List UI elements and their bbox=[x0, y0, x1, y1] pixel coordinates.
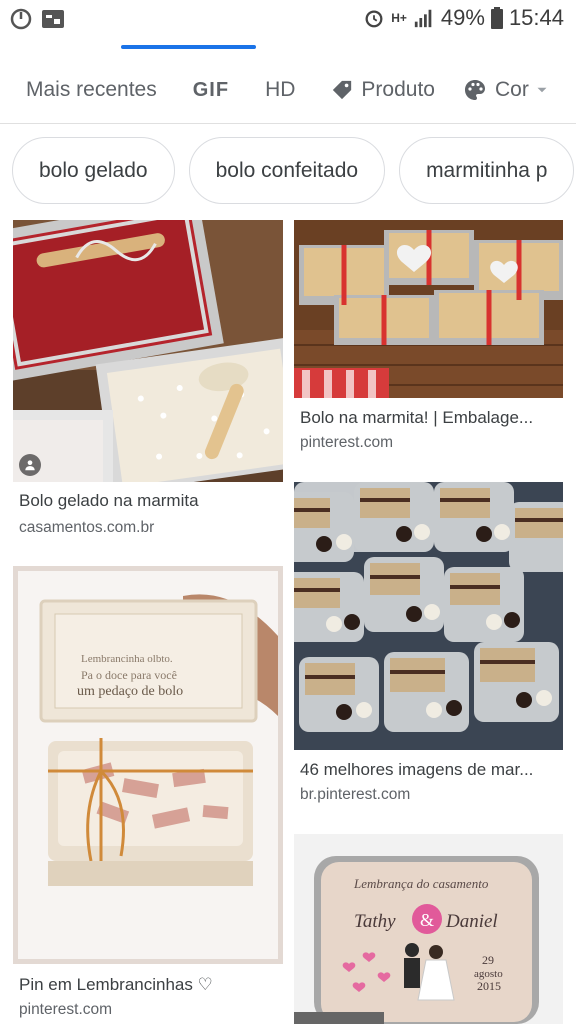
result-image[interactable]: Lembrancinha olbto. Pa o doce para você … bbox=[13, 566, 283, 964]
related-searches: bolo gelado bolo confeitado marmitinha p bbox=[12, 137, 575, 204]
result-image[interactable] bbox=[13, 220, 283, 482]
lid-text: Pa o doce para você bbox=[81, 668, 177, 682]
chip-marmitinha[interactable]: marmitinha p bbox=[399, 137, 575, 204]
battery-icon bbox=[490, 7, 503, 29]
filter-tabs: Mais recentes GIF HD Produto Cor bbox=[0, 40, 576, 124]
status-bar: H+ 49% 15:44 bbox=[0, 0, 576, 40]
clock: 15:44 bbox=[508, 5, 564, 30]
result-card[interactable]: Lembrancinha olbto. Pa o doce para você … bbox=[13, 566, 283, 1024]
result-title[interactable]: Bolo gelado na marmita bbox=[19, 491, 199, 511]
result-domain: pinterest.com bbox=[300, 434, 394, 451]
tab-mais-recentes[interactable]: Mais recentes bbox=[26, 64, 157, 116]
result-image[interactable] bbox=[294, 220, 563, 398]
result-domain: br.pinterest.com bbox=[300, 786, 411, 803]
result-image[interactable]: Lembrança do casamento Tathy & Daniel 29… bbox=[294, 834, 563, 1024]
tab-gif[interactable]: GIF bbox=[193, 64, 229, 116]
person-icon bbox=[19, 454, 41, 476]
favor-name: Daniel bbox=[445, 911, 498, 932]
palette-icon bbox=[464, 80, 485, 100]
tab-hd[interactable]: HD bbox=[265, 64, 295, 116]
result-card[interactable]: 46 melhores imagens de mar... br.pintere… bbox=[294, 482, 563, 812]
tab-produto[interactable]: Produto bbox=[331, 64, 435, 116]
lid-text: Lembrancinha olbto. bbox=[81, 653, 173, 665]
battery-level: 49% bbox=[440, 5, 485, 30]
network-type: H+ bbox=[391, 11, 407, 25]
result-title[interactable]: Pin em Lembrancinhas ♡ bbox=[19, 975, 213, 995]
favor-name: Tathy bbox=[354, 911, 396, 932]
result-image[interactable] bbox=[294, 482, 563, 750]
chevron-down-icon bbox=[537, 87, 547, 93]
result-card[interactable]: Bolo na marmita! | Embalage... pinterest… bbox=[294, 220, 563, 460]
result-card[interactable]: Lembrança do casamento Tathy & Daniel 29… bbox=[294, 834, 563, 1024]
result-domain: pinterest.com bbox=[19, 1001, 113, 1018]
lid-text: um pedaço de bolo bbox=[77, 684, 183, 699]
favor-ampersand: & bbox=[420, 910, 434, 930]
gallery-icon bbox=[40, 6, 66, 32]
tab-cor[interactable]: Cor bbox=[463, 64, 559, 116]
favor-header: Lembrança do casamento bbox=[353, 876, 489, 891]
chip-bolo-gelado[interactable]: bolo gelado bbox=[12, 137, 175, 204]
result-title[interactable]: Bolo na marmita! | Embalage... bbox=[300, 408, 533, 428]
sync-icon bbox=[8, 6, 34, 32]
result-title[interactable]: 46 melhores imagens de mar... bbox=[300, 760, 533, 780]
favor-date: 29 bbox=[482, 953, 494, 967]
signal-icon bbox=[413, 7, 435, 29]
result-domain: casamentos.com.br bbox=[19, 519, 155, 536]
chip-bolo-confeitado[interactable]: bolo confeitado bbox=[188, 137, 386, 204]
alarm-icon bbox=[363, 7, 385, 29]
favor-date: 2015 bbox=[477, 979, 501, 993]
tag-icon bbox=[333, 80, 352, 100]
result-card[interactable]: Bolo gelado na marmita casamentos.com.br bbox=[13, 220, 283, 540]
scroll-indicator bbox=[121, 45, 256, 49]
